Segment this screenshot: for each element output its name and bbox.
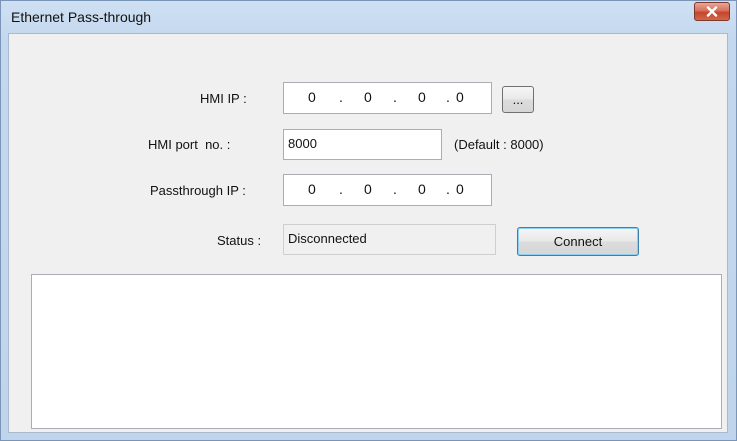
title-bar[interactable]: Ethernet Pass-through [1, 1, 736, 35]
hmi-port-input[interactable]: 8000 [283, 129, 442, 160]
close-icon [706, 6, 718, 17]
connect-button-label: Connect [553, 234, 603, 249]
hmi-port-label: HMI port no. : [148, 137, 231, 152]
hmi-ip-label: HMI IP : [200, 91, 247, 106]
status-label: Status : [217, 233, 262, 248]
window-title: Ethernet Pass-through [11, 9, 152, 25]
status-value: Disconnected [288, 231, 367, 246]
hmi-port-value: 8000 [288, 136, 317, 151]
log-output-area[interactable] [31, 274, 722, 429]
browse-ip-button[interactable]: ... [502, 86, 534, 113]
hmi-ip-dot-2: . [393, 89, 397, 105]
hmi-ip-input[interactable]: 0 . 0 . 0 . 0 [283, 82, 492, 114]
passthrough-ip-input[interactable]: 0 . 0 . 0 . 0 [283, 174, 492, 206]
passthrough-ip-octet-4[interactable]: 0 [456, 181, 464, 197]
hmi-ip-octet-1[interactable]: 0 [308, 89, 316, 105]
passthrough-ip-dot-2: . [393, 181, 397, 197]
hmi-port-default-note: (Default : 8000) [454, 137, 544, 152]
hmi-ip-octet-2[interactable]: 0 [364, 89, 372, 105]
passthrough-ip-octet-2[interactable]: 0 [364, 181, 372, 197]
passthrough-ip-dot-3: . [446, 181, 450, 197]
status-field: Disconnected [283, 224, 496, 255]
passthrough-ip-octet-1[interactable]: 0 [308, 181, 316, 197]
hmi-ip-octet-3[interactable]: 0 [418, 89, 426, 105]
passthrough-ip-dot-1: . [339, 181, 343, 197]
connect-button[interactable]: Connect [517, 227, 639, 256]
hmi-ip-dot-3: . [446, 89, 450, 105]
close-button[interactable] [694, 2, 730, 21]
hmi-ip-dot-1: . [339, 89, 343, 105]
passthrough-ip-octet-3[interactable]: 0 [418, 181, 426, 197]
passthrough-ip-label: Passthrough IP : [150, 183, 246, 198]
hmi-ip-octet-4[interactable]: 0 [456, 89, 464, 105]
browse-ip-label: ... [512, 92, 524, 107]
